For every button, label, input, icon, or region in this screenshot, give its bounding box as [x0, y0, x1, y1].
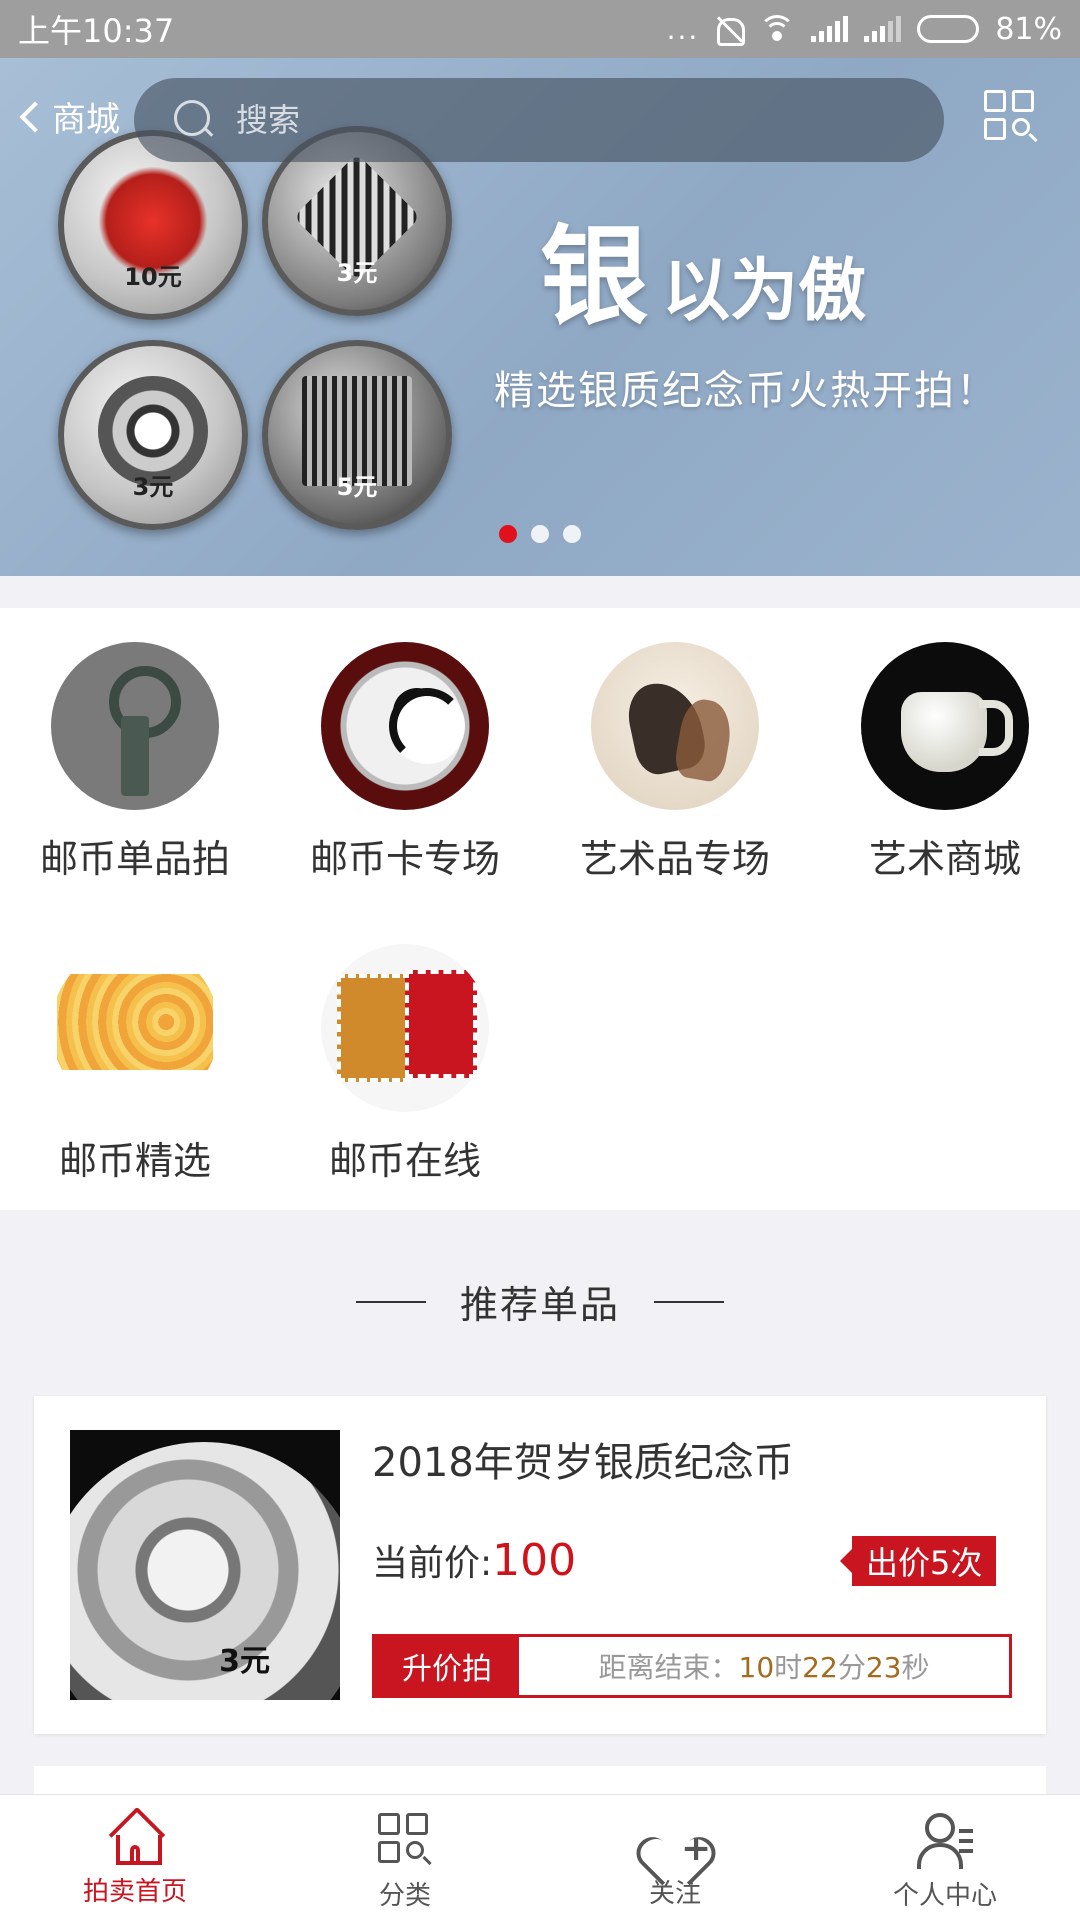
horse-painting-icon — [591, 642, 759, 810]
category-item[interactable]: 艺术品专场 — [540, 642, 810, 883]
category-label: 艺术商城 — [868, 837, 1021, 881]
carousel-dot[interactable] — [531, 525, 549, 543]
coin-image: 5元 — [262, 340, 452, 530]
carousel-indicator — [0, 525, 1080, 543]
status-icons: ... 81% — [667, 12, 1062, 47]
signal-icon — [811, 16, 849, 42]
nav-auction-home[interactable]: 拍卖首页 — [0, 1795, 270, 1920]
product-name: 2018年贺岁银质纪念币 — [372, 1440, 794, 1486]
search-input[interactable] — [236, 101, 836, 139]
banner-title: 银 以为傲 — [540, 215, 867, 340]
chevron-left-icon — [19, 100, 51, 133]
heart-plus-icon: + — [645, 1813, 711, 1867]
price-label: 当前价: — [372, 1543, 493, 1584]
category-search-button[interactable] — [984, 90, 1040, 146]
search-bar[interactable] — [134, 78, 944, 162]
product-image: 3元 — [70, 1430, 340, 1700]
back-label: 商城 — [52, 100, 120, 140]
category-label: 邮币单品拍 — [39, 837, 230, 881]
product-card[interactable]: 3元 2018年贺岁银质纪念币 当前价: 100 出价5次 升价拍 距离结束：1… — [34, 1396, 1046, 1734]
category-label: 邮币在线 — [328, 1139, 481, 1183]
nav-label: 个人中心 — [892, 1881, 997, 1911]
battery-percent: 81% — [995, 11, 1062, 47]
nav-category[interactable]: 分类 — [270, 1795, 540, 1920]
coin-image: 3元 — [58, 340, 248, 530]
countdown-hours: 10 — [738, 1651, 775, 1684]
jade-cup-icon — [861, 642, 1029, 810]
product-image-denom: 3元 — [219, 1644, 270, 1679]
category-item[interactable]: 邮币卡专场 — [270, 642, 540, 883]
panda-coin-icon — [321, 642, 489, 810]
back-button[interactable]: 商城 — [14, 92, 120, 141]
category-icon — [378, 1813, 432, 1867]
category-grid: 邮币单品拍 邮币卡专场 艺术品专场 艺术商城 邮币精选 邮币在线 — [0, 608, 1080, 1210]
category-item[interactable]: 艺术商城 — [810, 642, 1080, 883]
battery-icon — [917, 15, 980, 43]
status-bar: 上午10:37 ... 81% — [0, 0, 1080, 58]
category-label: 邮币卡专场 — [309, 837, 500, 881]
countdown-text: 距离结束：10时22分23秒 — [598, 1651, 930, 1684]
section-header: 推荐单品 — [0, 1274, 1080, 1329]
carousel-dot[interactable] — [563, 525, 581, 543]
stamp-logo-icon — [321, 944, 489, 1112]
ancient-coin-sword-icon — [51, 642, 219, 810]
bottom-nav: 拍卖首页 分类 + 关注 个人中心 — [0, 1794, 1080, 1920]
category-item[interactable]: 邮币精选 — [0, 944, 270, 1185]
category-label: 艺术品专场 — [579, 837, 770, 881]
countdown-minutes: 22 — [802, 1651, 838, 1684]
countdown-seconds: 23 — [865, 1651, 902, 1684]
price-row: 当前价: 100 — [372, 1534, 576, 1586]
category-item[interactable]: 邮币在线 — [270, 944, 540, 1185]
status-time: 上午10:37 — [18, 12, 175, 50]
nav-profile[interactable]: 个人中心 — [810, 1795, 1080, 1920]
more-notifications-icon: ... — [666, 12, 700, 46]
auction-countdown: 升价拍 距离结束：10时22分23秒 — [372, 1634, 1012, 1698]
category-item[interactable]: 邮币单品拍 — [0, 642, 270, 883]
auction-type-tag: 升价拍 — [375, 1637, 519, 1695]
user-list-icon — [915, 1813, 975, 1869]
banner-subtitle: 精选银质纪念币火热开拍！ — [494, 368, 998, 414]
bid-count-badge: 出价5次 — [839, 1536, 997, 1586]
search-icon — [174, 100, 214, 140]
grid-search-icon — [984, 90, 1040, 146]
nav-label: 分类 — [378, 1881, 431, 1911]
category-label: 邮币精选 — [58, 1139, 211, 1183]
divider — [355, 1300, 426, 1303]
carousel-dot[interactable] — [499, 525, 517, 543]
section-title: 推荐单品 — [459, 1283, 620, 1327]
nav-follow[interactable]: + 关注 — [540, 1795, 810, 1920]
divider — [654, 1300, 724, 1303]
wifi-icon — [759, 15, 796, 43]
signal-secondary-icon — [864, 16, 902, 42]
price-value: 100 — [492, 1535, 577, 1586]
mute-bell-icon — [715, 14, 746, 46]
nav-label: 拍卖首页 — [82, 1877, 187, 1907]
banknote-icon — [51, 944, 219, 1112]
home-icon — [108, 1813, 162, 1865]
